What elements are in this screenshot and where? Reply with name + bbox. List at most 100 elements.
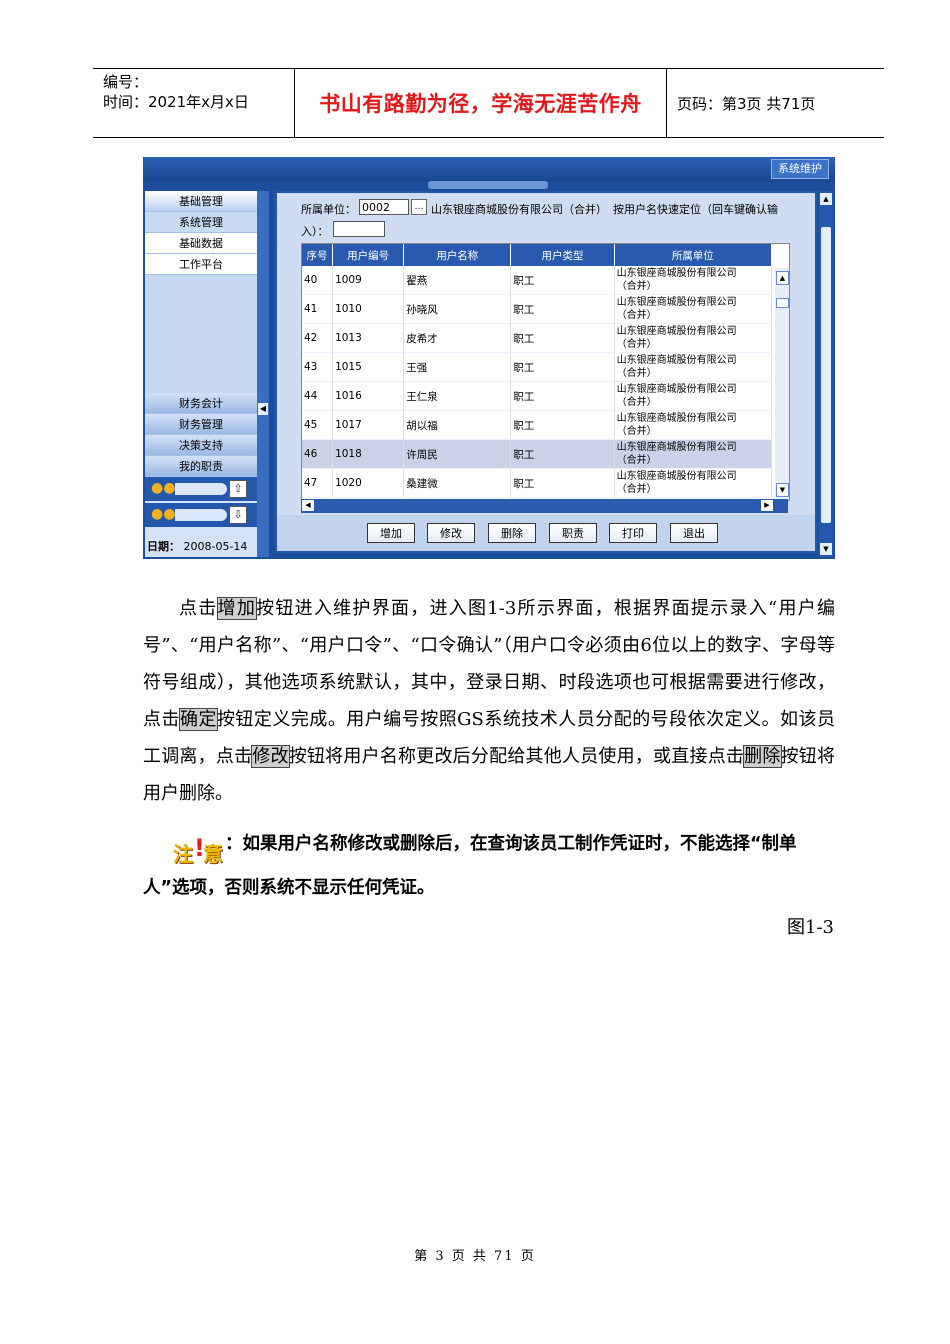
table-row[interactable]: 42 1013 皮希才 职工 山东银座商城股份有限公司 （合并） (302, 323, 773, 353)
nav-item-system-mgmt[interactable]: 系统管理 (145, 212, 257, 233)
col-header-name[interactable]: 用户名称 (403, 244, 512, 266)
cell-type: 职工 (510, 294, 615, 324)
duties-button[interactable]: 职责 (549, 523, 597, 543)
nav-item-workbench[interactable]: 工作平台 (145, 254, 257, 275)
cell-unit-line1: 山东银座商城股份有限公司 (616, 355, 737, 366)
table-row[interactable]: 47 1020 桑建微 职工 山东银座商城股份有限公司 （合并） (302, 468, 773, 498)
edit-button[interactable]: 修改 (427, 523, 475, 543)
print-button[interactable]: 打印 (609, 523, 657, 543)
nav-item-my-duties[interactable]: 我的职责 (145, 456, 257, 477)
system-screenshot: 系统维护 基础管理 系统管理 基础数据 工作平台 财务会计 财务管理 决策支持 … (143, 157, 835, 559)
nav-scroll-up-row: ●● ⇧ (145, 477, 257, 503)
body-paragraph: 点击增加按钮进入维护界面，进入图1-3所示界面，根据界面提示录入“用户编号”、“… (143, 590, 835, 812)
cell-type: 职工 (510, 410, 615, 440)
cell-unit-line1: 山东银座商城股份有限公司 (616, 268, 737, 279)
cell-unit-line1: 山东银座商城股份有限公司 (616, 442, 737, 453)
collapse-grip[interactable] (428, 181, 548, 189)
figure-label: 图1-3 (787, 917, 834, 938)
scroll-left-icon[interactable]: ◀ (302, 500, 314, 511)
cell-seq: 47 (302, 468, 334, 498)
collapse-left-icon[interactable]: ◀ (258, 403, 268, 415)
arrow-down-icon[interactable]: ⇩ (229, 506, 247, 524)
table-row[interactable]: 43 1015 王强 职工 山东银座商城股份有限公司 （合并） (302, 352, 773, 382)
table-row[interactable]: 41 1010 孙晓风 职工 山东银座商城股份有限公司 （合并） (302, 294, 773, 324)
cell-unit-line2: （合并） (616, 455, 657, 466)
cell-unit-line1: 山东银座商城股份有限公司 (616, 384, 737, 395)
cell-type: 职工 (510, 468, 615, 498)
users-icon: ●● (151, 506, 176, 522)
cell-unit-line1: 山东银座商城股份有限公司 (616, 297, 737, 308)
table-row-selected[interactable]: 46 1018 许周民 职工 山东银座商城股份有限公司 （合并） (302, 439, 773, 469)
delete-button[interactable]: 删除 (488, 523, 536, 543)
date-bar: 日期： 2008-05-14 (145, 537, 257, 557)
nav-item-decision-support[interactable]: 决策支持 (145, 435, 257, 456)
ok-button-ref: 确定 (178, 708, 218, 731)
cell-unit: 山东银座商城股份有限公司 （合并） (614, 294, 773, 324)
cell-code: 1013 (332, 323, 405, 353)
table-row[interactable]: 44 1016 王仁泉 职工 山东银座商城股份有限公司 （合并） (302, 381, 773, 411)
panel-splitter[interactable]: ◀ (257, 191, 269, 557)
cell-code: 1018 (332, 439, 405, 469)
cell-unit-line2: （合并） (616, 426, 657, 437)
arrow-up-icon[interactable]: ⇧ (229, 480, 247, 498)
swoosh-decoration (175, 509, 227, 521)
nav-item-basic-data[interactable]: 基础数据 (145, 233, 257, 254)
para-text-1: 点击 (179, 598, 218, 619)
header-motto-cell: 书山有路勤为径，学海无涯苦作舟 (295, 69, 667, 137)
col-header-code[interactable]: 用户编号 (332, 244, 405, 266)
add-button[interactable]: 增加 (367, 523, 415, 543)
header-meta-cell: 编号： 时间：2021年x月x日 (93, 69, 295, 137)
scroll-thumb[interactable] (776, 298, 789, 308)
window-vertical-scrollbar[interactable]: ▲ ▼ (819, 191, 833, 557)
cell-type: 职工 (510, 266, 615, 295)
cell-seq: 45 (302, 410, 334, 440)
table-horizontal-scrollbar[interactable]: ◀ ▶ (301, 499, 788, 513)
date-value: 2008-05-14 (183, 540, 248, 553)
cell-unit: 山东银座商城股份有限公司 （合并） (614, 352, 773, 382)
cell-unit: 山东银座商城股份有限公司 （合并） (614, 410, 773, 440)
cell-code: 1016 (332, 381, 405, 411)
unit-code-input[interactable] (359, 199, 409, 215)
col-header-type[interactable]: 用户类型 (510, 244, 615, 266)
lookup-button[interactable]: … (411, 199, 427, 215)
cell-type: 职工 (510, 352, 615, 382)
nav-item-finance-mgmt[interactable]: 财务管理 (145, 414, 257, 435)
cell-name: 许周民 (403, 439, 512, 469)
col-header-unit[interactable]: 所属单位 (614, 244, 773, 266)
cell-type: 职工 (510, 323, 615, 353)
page-footer: 第 3 页 共 71 页 (414, 1249, 536, 1264)
window-scroll-thumb[interactable] (821, 227, 831, 523)
system-maintenance-button[interactable]: 系统维护 (771, 159, 829, 179)
scroll-down-icon[interactable]: ▼ (776, 483, 789, 497)
number-label: 编号： (103, 73, 149, 91)
cell-seq: 42 (302, 323, 334, 353)
add-button-ref: 增加 (216, 597, 258, 620)
nav-item-finance-accounting[interactable]: 财务会计 (145, 393, 257, 414)
note-block: 注! 意：如果用户名称修改或删除后，在查询该员工制作凭证时，不能选择“制单人”选项… (143, 822, 835, 910)
cell-unit-line2: （合并） (616, 281, 657, 292)
page-number: 页码：第3页 共71页 (677, 94, 816, 113)
cell-name: 孙晓风 (403, 294, 512, 324)
locate-input[interactable] (333, 221, 385, 237)
nav-item-basic-mgmt[interactable]: 基础管理 (145, 191, 257, 212)
header-page-cell: 页码：第3页 共71页 (667, 69, 884, 137)
table-vertical-scrollbar[interactable]: ▲ ▼ (775, 268, 789, 500)
scroll-up-icon[interactable]: ▲ (776, 271, 789, 285)
window-scroll-down-icon[interactable]: ▼ (820, 543, 832, 555)
scroll-right-icon[interactable]: ▶ (761, 500, 773, 511)
cell-unit-line2: （合并） (616, 339, 657, 350)
exit-button[interactable]: 退出 (670, 523, 718, 543)
cell-code: 1010 (332, 294, 405, 324)
swoosh-decoration (175, 483, 227, 495)
cell-unit: 山东银座商城股份有限公司 （合并） (614, 266, 773, 295)
table-row[interactable]: 40 1009 翟燕 职工 山东银座商城股份有限公司 （合并） (302, 266, 773, 295)
window-scroll-up-icon[interactable]: ▲ (820, 193, 832, 205)
col-header-seq[interactable]: 序号 (302, 244, 334, 266)
date-label: 日期： (147, 540, 180, 553)
cell-code: 1009 (332, 266, 405, 295)
delete-button-ref: 删除 (743, 745, 782, 768)
cell-type: 职工 (510, 381, 615, 411)
cell-code: 1015 (332, 352, 405, 382)
table-row[interactable]: 45 1017 胡以福 职工 山东银座商城股份有限公司 （合并） (302, 410, 773, 440)
cell-unit: 山东银座商城股份有限公司 （合并） (614, 439, 773, 469)
